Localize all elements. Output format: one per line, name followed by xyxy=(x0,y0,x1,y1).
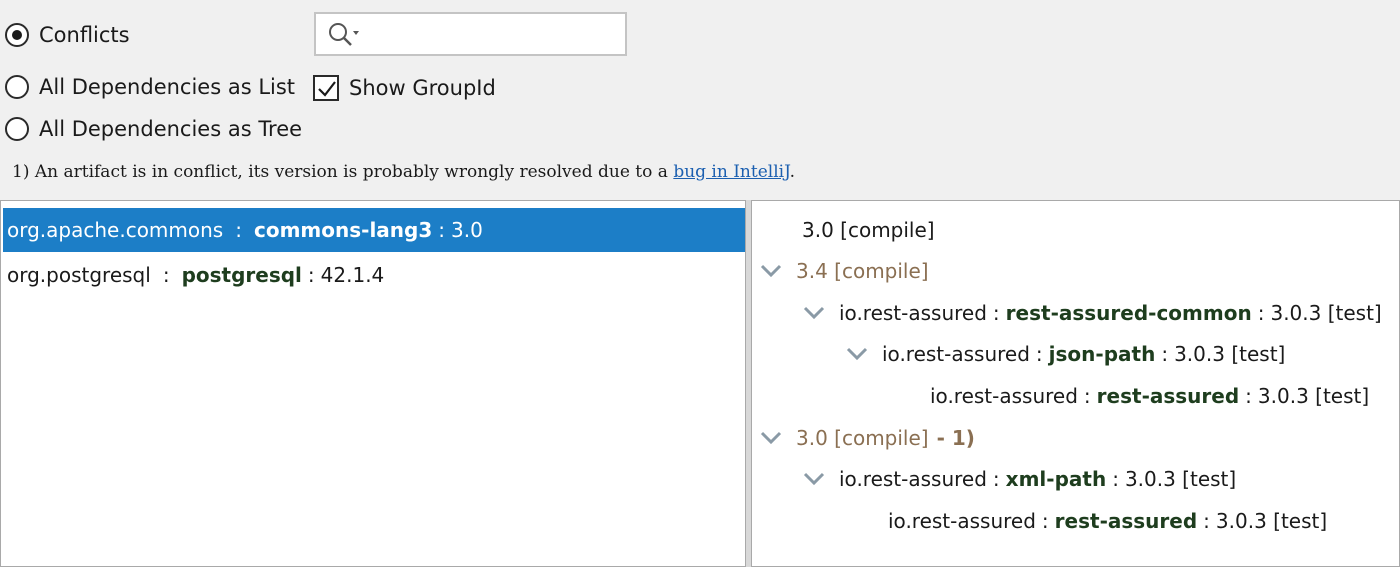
checkmark-icon xyxy=(318,81,336,97)
show-groupid-checkbox-row[interactable]: Show GroupId xyxy=(313,70,496,106)
tree-node[interactable]: io.rest-assured : xml-path : 3.0.3 [test… xyxy=(803,459,1236,499)
tree-node[interactable]: 3.4 [compile] xyxy=(760,251,929,291)
tree-node[interactable]: io.rest-assured : json-path : 3.0.3 [tes… xyxy=(846,334,1285,374)
radio-conflicts-circle[interactable] xyxy=(5,23,29,47)
separator: : xyxy=(992,301,1000,325)
list-item-version: 3.0 xyxy=(451,218,483,242)
separator: : xyxy=(438,218,446,242)
separator: : xyxy=(1035,342,1043,366)
separator: : xyxy=(1112,467,1119,491)
list-item-artifact: commons-lang3 xyxy=(253,218,433,242)
chevron-down-icon[interactable] xyxy=(760,430,782,446)
search-input[interactable] xyxy=(368,20,622,50)
separator: : xyxy=(1083,384,1091,408)
tree-node-artifact: rest-assured-common xyxy=(1005,301,1252,325)
conflicts-list-panel[interactable]: org.apache.commons : commons-lang3 : 3.0… xyxy=(0,200,746,567)
list-item-group: org.apache.commons xyxy=(7,218,224,242)
chevron-down-icon[interactable] xyxy=(803,305,825,321)
tree-node-artifact: rest-assured xyxy=(1054,509,1198,533)
radio-all-dependencies-list[interactable]: All Dependencies as List xyxy=(5,69,295,105)
tree-node-artifact: xml-path xyxy=(1005,467,1107,491)
tree-node-group: io.rest-assured xyxy=(930,384,1078,408)
separator: : xyxy=(162,263,170,287)
tree-node-version: 3.0.3 [test] xyxy=(1174,342,1286,366)
list-item-version: 42.1.4 xyxy=(320,263,385,287)
search-icon[interactable] xyxy=(326,20,362,50)
tree-node-version: 3.0 [compile] xyxy=(796,426,929,450)
show-groupid-label: Show GroupId xyxy=(349,76,496,100)
tree-node[interactable]: io.rest-assured : rest-assured : 3.0.3 [… xyxy=(930,376,1369,416)
tree-node-group: io.rest-assured xyxy=(888,509,1036,533)
chevron-down-icon[interactable] xyxy=(846,346,868,362)
tree-node-version: 3.0.3 [test] xyxy=(1124,467,1237,491)
search-box[interactable] xyxy=(314,12,627,56)
tree-node[interactable]: io.rest-assured : rest-assured-common : … xyxy=(803,293,1382,333)
dependency-tree-panel[interactable]: 3.0 [compile] 3.4 [compile] io.rest-assu… xyxy=(751,200,1400,567)
separator: : xyxy=(992,467,1000,491)
tree-node-group: io.rest-assured xyxy=(882,342,1030,366)
tree-node[interactable]: 3.0 [compile] - 1) xyxy=(760,418,975,458)
radio-all-list-circle[interactable] xyxy=(5,75,29,99)
note-text: 1) An artifact is in conflict, its versi… xyxy=(12,162,674,182)
tree-node-artifact: json-path xyxy=(1048,342,1156,366)
separator: : xyxy=(1257,301,1265,325)
conflict-note: 1) An artifact is in conflict, its versi… xyxy=(12,162,795,182)
radio-all-list-label: All Dependencies as List xyxy=(39,75,296,99)
tree-node-group: io.rest-assured xyxy=(839,467,987,491)
chevron-down-icon[interactable] xyxy=(760,263,782,279)
separator: : xyxy=(307,263,315,287)
separator: : xyxy=(235,218,242,242)
tree-node[interactable]: io.rest-assured : rest-assured : 3.0.3 [… xyxy=(888,501,1327,541)
list-item-artifact: postgresql xyxy=(181,263,302,287)
separator: : xyxy=(1161,342,1169,366)
list-item-group: org.postgresql xyxy=(7,263,151,287)
conflict-marker: - 1) xyxy=(936,426,975,450)
tree-node-group: io.rest-assured xyxy=(839,301,987,325)
show-groupid-checkbox[interactable] xyxy=(313,75,339,101)
chevron-down-icon[interactable] xyxy=(803,471,825,487)
radio-all-dependencies-tree[interactable]: All Dependencies as Tree xyxy=(5,111,302,147)
separator: : xyxy=(1041,509,1049,533)
list-item[interactable]: org.apache.commons : commons-lang3 : 3.0 xyxy=(3,208,745,252)
radio-all-tree-circle[interactable] xyxy=(5,117,29,141)
separator: : xyxy=(1203,509,1210,533)
radio-all-tree-label: All Dependencies as Tree xyxy=(39,117,303,141)
note-end: . xyxy=(789,162,795,182)
radio-conflicts[interactable]: Conflicts xyxy=(5,17,130,53)
tree-node[interactable]: 3.0 [compile] xyxy=(802,210,935,250)
radio-conflicts-label: Conflicts xyxy=(39,23,130,47)
tree-node-version: 3.0 [compile] xyxy=(802,218,935,242)
tree-node-version: 3.0.3 [test] xyxy=(1257,384,1370,408)
tree-node-artifact: rest-assured xyxy=(1096,384,1240,408)
tree-node-version: 3.0.3 [test] xyxy=(1215,509,1328,533)
bug-link[interactable]: bug in IntelliJ xyxy=(673,162,789,182)
separator: : xyxy=(1245,384,1252,408)
tree-node-version: 3.0.3 [test] xyxy=(1270,301,1382,325)
list-item[interactable]: org.postgresql : postgresql : 42.1.4 xyxy=(3,253,745,297)
tree-node-version: 3.4 [compile] xyxy=(796,259,929,283)
